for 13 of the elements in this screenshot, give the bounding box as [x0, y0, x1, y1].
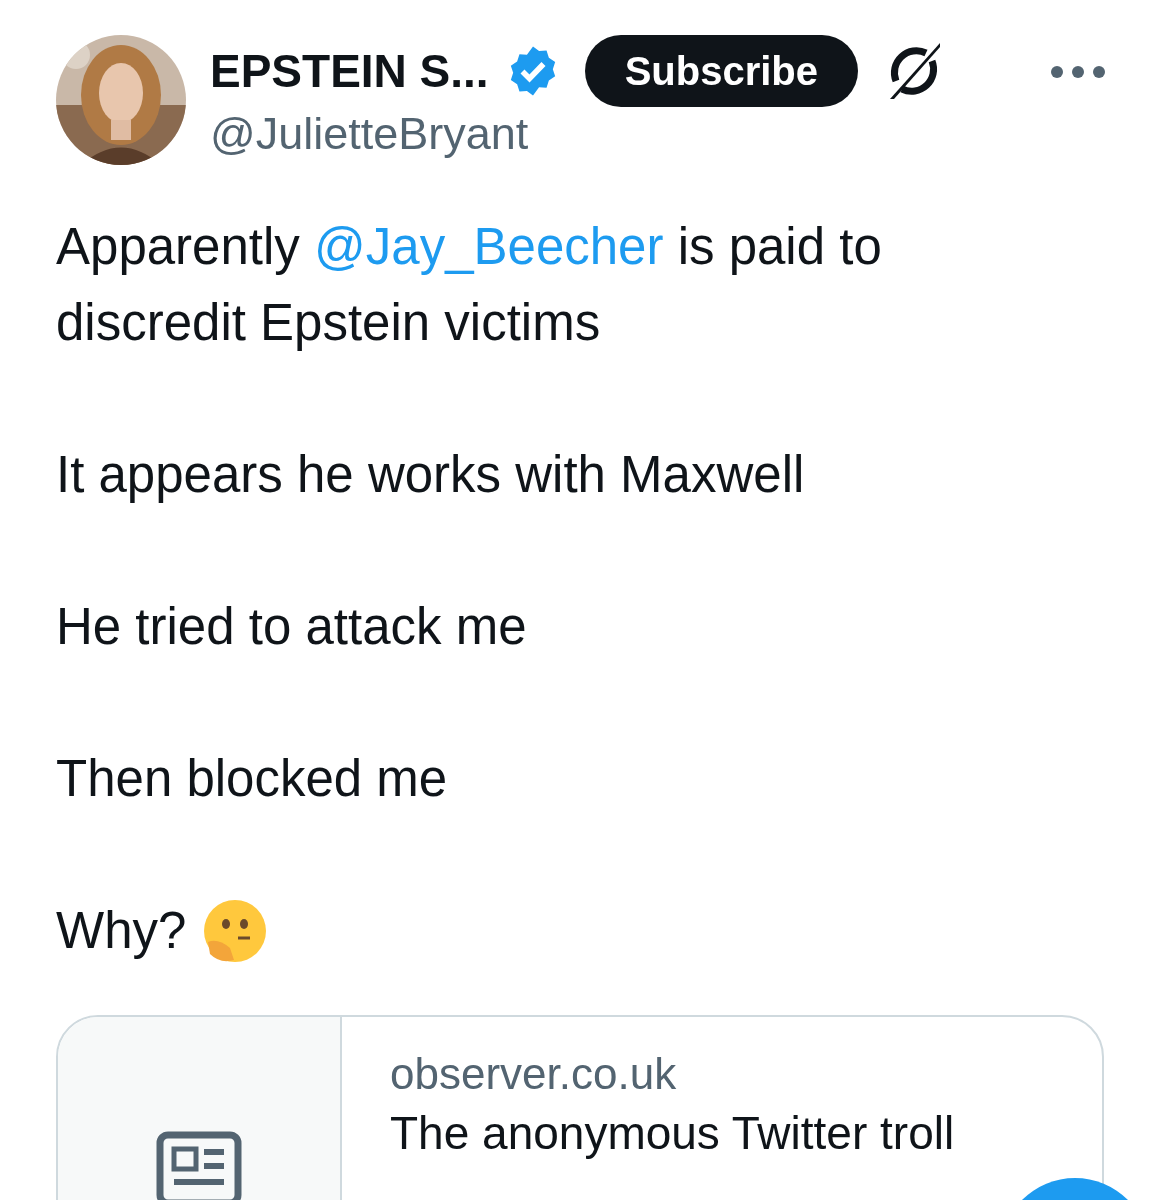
tweet-text: Apparently @Jay_Beecher is paid to discredit Epstein victims [56, 217, 883, 353]
tweet-text: It appears he works with Maxwell [56, 445, 806, 505]
more-icon[interactable] [1050, 64, 1106, 79]
thinking-emoji-icon [202, 898, 269, 964]
author-name: EPSTEIN S... [210, 45, 489, 97]
link-title: The anonymous Twitter troll [390, 1107, 955, 1160]
tweet-text: Then blocked me [56, 749, 449, 809]
link-domain: observer.co.uk [390, 1048, 678, 1100]
article-icon [156, 1131, 242, 1200]
subscribe-button[interactable]: Subscribe [584, 35, 859, 107]
author-handle: @JulietteBryant [210, 107, 530, 161]
tweet-text: Why? [56, 901, 187, 961]
tweet-text: He tried to attack me [56, 597, 528, 657]
